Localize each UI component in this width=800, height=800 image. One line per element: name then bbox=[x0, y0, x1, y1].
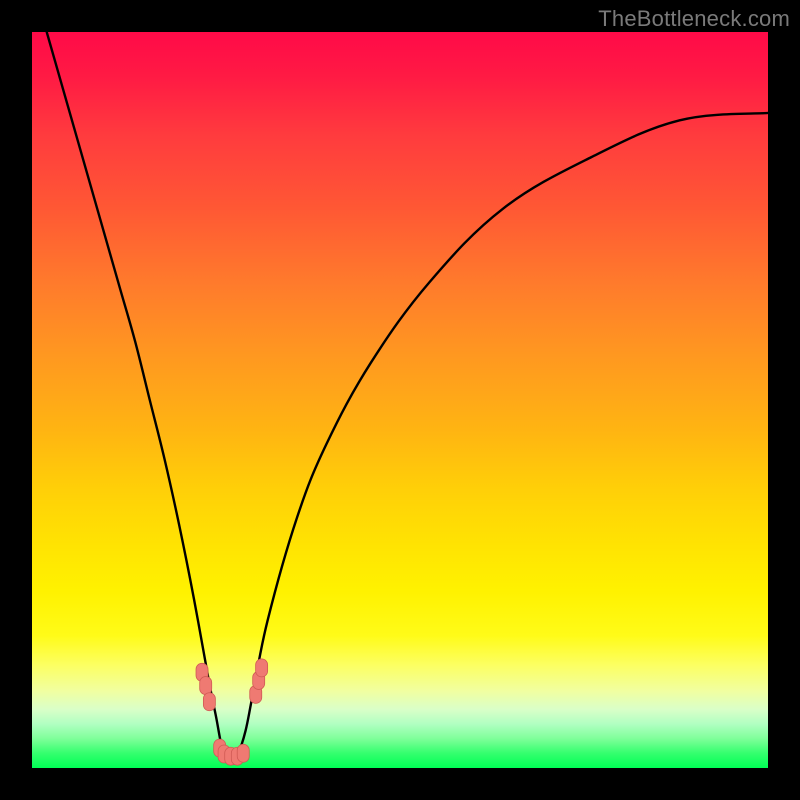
curve-overlay bbox=[32, 32, 768, 768]
highlight-marker bbox=[203, 693, 215, 711]
highlight-marker bbox=[237, 744, 249, 762]
plot-area bbox=[32, 32, 768, 768]
chart-frame: TheBottleneck.com bbox=[0, 0, 800, 800]
watermark-text: TheBottleneck.com bbox=[598, 6, 790, 32]
bottleneck-curve bbox=[47, 32, 768, 761]
highlight-marker bbox=[200, 677, 212, 695]
highlighted-points-group bbox=[196, 659, 268, 765]
highlight-marker bbox=[256, 659, 268, 677]
